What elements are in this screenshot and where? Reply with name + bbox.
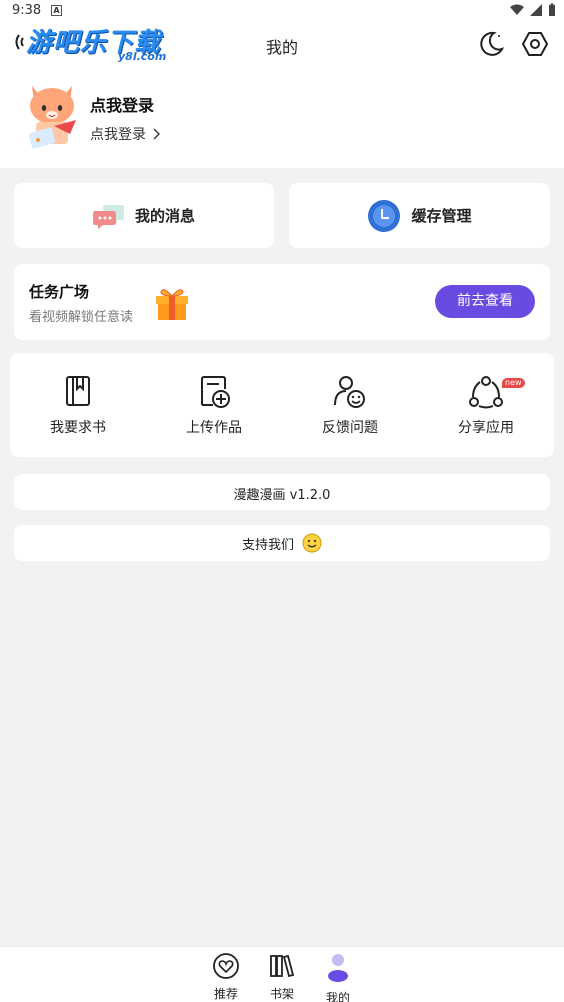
avatar[interactable] (26, 82, 80, 150)
upload-doc-icon (201, 376, 230, 408)
tools-grid: 我要求书 上传作品 反馈问题 new 分享应用 (10, 353, 554, 457)
task-plaza-card[interactable]: 任务广场 看视频解锁任意读 前去查看 (14, 264, 550, 340)
status-bar: 9:38 A (0, 0, 564, 22)
nav-item-bookshelf[interactable]: 书架 (257, 953, 307, 1002)
moon-icon[interactable] (477, 30, 505, 58)
feedback-item[interactable]: 反馈问题 (282, 353, 418, 457)
battery-icon (549, 3, 555, 16)
nav-mine-label: 我的 (325, 991, 350, 1002)
heart-icon (213, 953, 239, 979)
user-name[interactable]: 点我登录 (90, 92, 154, 116)
bottom-nav: 推荐 书架 我的 (0, 946, 564, 1002)
status-notification-badge: A (51, 5, 62, 16)
status-time: 9:38 (12, 3, 42, 18)
share-app-item[interactable]: new 分享应用 (418, 353, 554, 457)
cache-management-card[interactable]: 缓存管理 (289, 183, 550, 248)
cache-management-label: 缓存管理 (411, 207, 472, 225)
profile-section[interactable]: 点我登录 点我登录 (0, 68, 564, 168)
clock-icon (368, 199, 401, 232)
request-book-label: 我要求书 (50, 420, 106, 436)
book-icon (66, 376, 90, 406)
support-us-label: 支持我们 (241, 537, 294, 553)
chat-bubbles-icon (92, 204, 124, 229)
top-bar: 游吧乐下载 y8l.com 我的 (0, 22, 564, 68)
my-messages-label: 我的消息 (134, 207, 195, 225)
nav-item-recommend[interactable]: 推荐 (201, 953, 251, 1002)
signal-icon (530, 4, 542, 16)
smiley-icon (302, 533, 322, 553)
system-icons (510, 3, 556, 17)
support-us-card[interactable]: 支持我们 (14, 525, 550, 561)
view-tasks-button[interactable]: 前去查看 (435, 285, 535, 318)
upload-work-item[interactable]: 上传作品 (146, 353, 282, 457)
nav-recommend-label: 推荐 (213, 987, 238, 1001)
request-book-item[interactable]: 我要求书 (10, 353, 146, 457)
new-badge: new (502, 378, 525, 388)
feedback-icon (334, 376, 365, 408)
share-icon (469, 376, 503, 409)
version-text: 漫趣漫画 v1.2.0 (233, 488, 331, 503)
feedback-label: 反馈问题 (322, 420, 378, 436)
settings-gear-icon[interactable] (521, 30, 549, 58)
nav-bookshelf-label: 书架 (269, 987, 294, 1001)
share-app-label: 分享应用 (458, 420, 514, 436)
login-link-label: 点我登录 (90, 127, 146, 143)
login-link[interactable]: 点我登录 (90, 124, 160, 144)
bookshelf-icon (270, 954, 295, 978)
my-messages-card[interactable]: 我的消息 (14, 183, 274, 248)
gift-icon (156, 289, 188, 320)
wifi-icon (510, 4, 524, 15)
nav-item-mine[interactable]: 我的 (313, 953, 363, 1002)
version-card[interactable]: 漫趣漫画 v1.2.0 (14, 474, 550, 510)
upload-work-label: 上传作品 (186, 420, 242, 436)
chevron-right-icon (153, 128, 160, 140)
user-icon (328, 954, 348, 982)
task-title: 任务广场 (29, 283, 90, 301)
task-subtitle: 看视频解锁任意读 (29, 310, 134, 325)
